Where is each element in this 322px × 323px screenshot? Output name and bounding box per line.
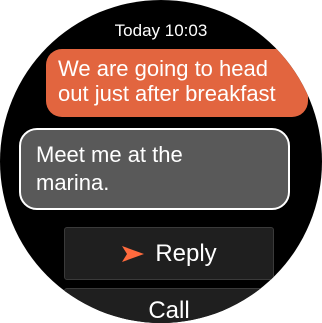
call-button-label: Call (148, 297, 190, 323)
incoming-message-bubble[interactable]: We are going to head out just after brea… (46, 49, 308, 117)
watch-screen: Today 10:03 We are going to head out jus… (0, 0, 322, 323)
reply-button[interactable]: Reply (64, 227, 274, 280)
reply-button-label: Reply (155, 239, 217, 267)
send-arrow-icon (122, 245, 145, 262)
call-button[interactable]: Call (64, 288, 274, 323)
outgoing-message-text: Meet me at the marina. (36, 142, 183, 195)
outgoing-message-bubble[interactable]: Meet me at the marina. (19, 128, 290, 210)
incoming-message-text: We are going to head out just after brea… (58, 56, 276, 106)
message-timestamp: Today 10:03 (114, 21, 208, 40)
